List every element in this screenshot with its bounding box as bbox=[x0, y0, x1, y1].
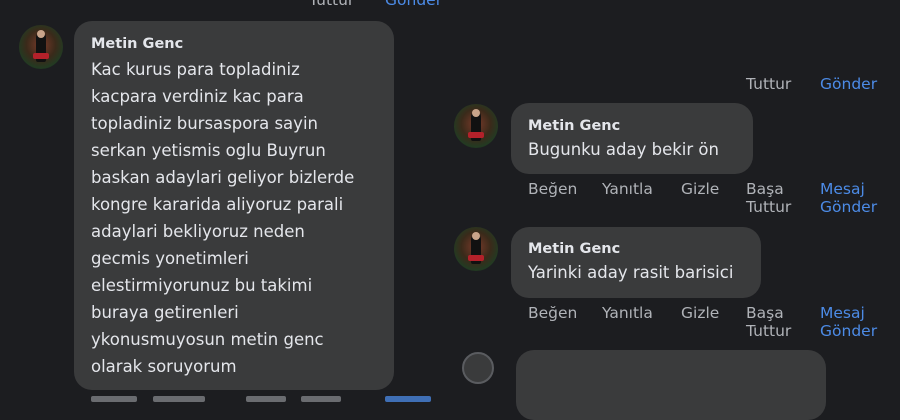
avatar[interactable] bbox=[19, 25, 63, 69]
reply-text-line: Yarinki aday rasit barisici bbox=[528, 263, 734, 282]
hide-button[interactable]: Gizle bbox=[681, 180, 719, 198]
pin-button[interactable]: Başa Tuttur bbox=[746, 180, 791, 216]
comment-line: adaylari bekliyoruz neden bbox=[91, 222, 305, 241]
avatar-head bbox=[37, 30, 45, 38]
comment-author[interactable]: Metin Genc bbox=[91, 36, 183, 52]
comment-line: olarak soruyorum bbox=[91, 357, 237, 376]
pin-button-line: Başa bbox=[746, 180, 784, 198]
send-message-button-mid-top[interactable]: Gönder bbox=[820, 75, 877, 93]
pin-button[interactable]: Başa Tuttur bbox=[746, 304, 791, 340]
pin-button-top[interactable]: Tuttur bbox=[309, 0, 354, 9]
send-message-line: Mesaj bbox=[820, 304, 865, 322]
comment-line: baskan adaylari geliyor bizlerde bbox=[91, 168, 355, 187]
comment-line: elestirmiyorunuz bu takimi bbox=[91, 276, 313, 295]
comment-line: buraya getirenleri bbox=[91, 303, 239, 322]
send-message-line: Gönder bbox=[820, 198, 878, 216]
comment-line: kongre kararida aliyoruz parali bbox=[91, 195, 344, 214]
send-message-button[interactable]: Mesaj Gönder bbox=[820, 304, 877, 340]
like-button[interactable]: Beğen bbox=[528, 180, 577, 198]
avatar-head bbox=[472, 232, 480, 240]
reply-author[interactable]: Metin Genc bbox=[528, 118, 620, 134]
reply-text: Bugunku aday bekir ön bbox=[528, 136, 719, 163]
comment-line: gecmis yonetimleri bbox=[91, 249, 249, 268]
avatar[interactable] bbox=[462, 352, 494, 384]
reply-button[interactable]: Yanıtla bbox=[602, 304, 653, 322]
comment-text: Kac kurus para topladiniz kacpara verdin… bbox=[91, 56, 354, 380]
pin-button-mid-top[interactable]: Tuttur bbox=[746, 75, 791, 93]
reply-text-line: Bugunku aday bekir ön bbox=[528, 140, 719, 159]
cutoff-action-row bbox=[91, 396, 441, 402]
pin-button-line: Tuttur bbox=[746, 198, 792, 216]
reply-button[interactable]: Yanıtla bbox=[602, 180, 653, 198]
send-message-button[interactable]: Mesaj Gönder bbox=[820, 180, 877, 216]
pin-button-line: Başa bbox=[746, 304, 784, 322]
comment-line: topladiniz bursaspora sayin bbox=[91, 114, 318, 133]
like-button[interactable]: Beğen bbox=[528, 304, 577, 322]
comment-line: serkan yetismis oglu Buyrun bbox=[91, 141, 326, 160]
avatar[interactable] bbox=[454, 227, 498, 271]
avatar-accent bbox=[468, 132, 484, 138]
send-message-button-top[interactable]: Gönder bbox=[385, 0, 442, 9]
comment-line: ykonusmuyosun metin genc bbox=[91, 330, 324, 349]
reply-text: Yarinki aday rasit barisici bbox=[528, 259, 733, 286]
reply-bubble bbox=[516, 350, 826, 420]
avatar-accent bbox=[33, 53, 49, 59]
pin-button-line: Tuttur bbox=[746, 322, 792, 340]
avatar-head bbox=[472, 109, 480, 117]
send-message-line: Mesaj bbox=[820, 180, 865, 198]
hide-button[interactable]: Gizle bbox=[681, 304, 719, 322]
avatar[interactable] bbox=[454, 104, 498, 148]
reply-author[interactable]: Metin Genc bbox=[528, 241, 620, 257]
send-message-line: Gönder bbox=[820, 322, 878, 340]
comment-line: kacpara verdiniz kac para bbox=[91, 87, 304, 106]
comment-line: Kac kurus para topladiniz bbox=[91, 60, 300, 79]
avatar-accent bbox=[468, 255, 484, 261]
